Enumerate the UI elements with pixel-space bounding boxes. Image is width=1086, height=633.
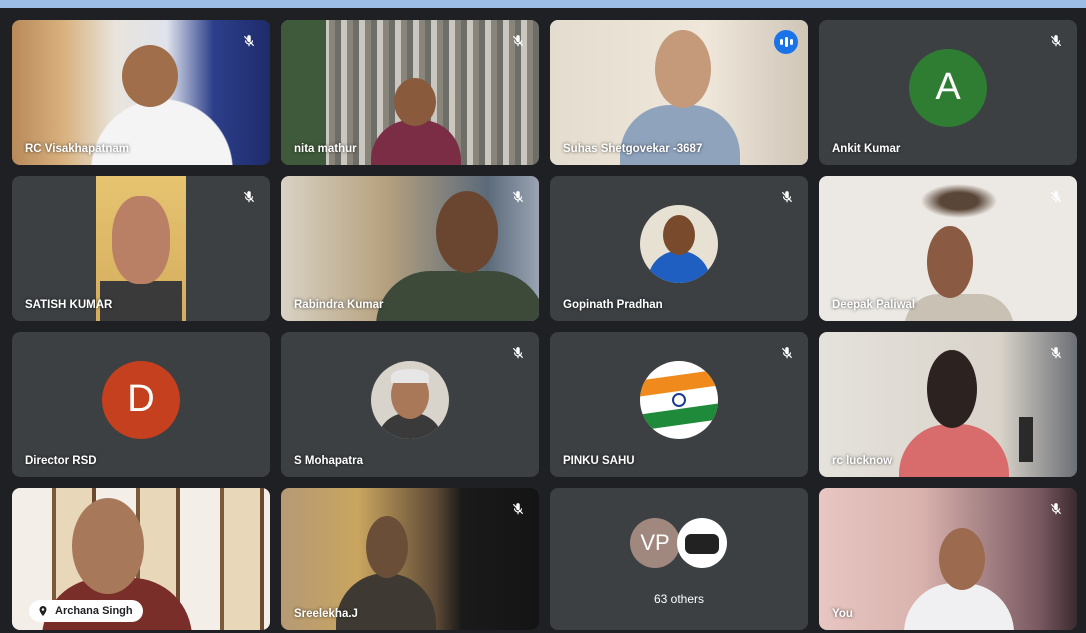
participant-tile-nita-mathur[interactable]: nita mathur <box>281 20 539 165</box>
participant-name: SATISH KUMAR <box>25 299 113 311</box>
participant-name: Gopinath Pradhan <box>563 299 663 311</box>
mic-off-icon <box>507 498 529 520</box>
participant-tile-ankit-kumar[interactable]: A Ankit Kumar <box>819 20 1077 165</box>
mic-off-icon <box>1045 30 1067 52</box>
audio-level-icon <box>774 30 798 54</box>
participant-tile-rabindra-kumar[interactable]: Rabindra Kumar <box>281 176 539 321</box>
participant-tile-pinku-sahu[interactable]: PINKU SAHU <box>550 332 808 477</box>
participant-name: Archana Singh <box>55 605 133 617</box>
participant-tile-others[interactable]: VP 63 others <box>550 488 808 630</box>
participant-name: Sreelekha.J <box>294 608 358 620</box>
avatar: A <box>909 48 987 127</box>
make-in-india-logo <box>677 518 727 568</box>
mic-off-icon <box>776 186 798 208</box>
participant-tile-rc-visakhapatnam[interactable]: RC Visakhapatnam <box>12 20 270 165</box>
participant-head <box>436 191 498 273</box>
participant-head <box>122 45 178 107</box>
mic-off-icon <box>507 30 529 52</box>
participant-tile-sreelekha[interactable]: Sreelekha.J <box>281 488 539 630</box>
participant-name: You <box>832 608 853 620</box>
mic-off-icon <box>776 342 798 364</box>
participant-head <box>927 350 977 428</box>
participant-head <box>72 498 144 594</box>
bottle <box>1019 417 1033 462</box>
participant-tile-deepak-paliwal[interactable]: Deepak Paliwal <box>819 176 1077 321</box>
video-grid: RC Visakhapatnam nita mathur Suhas Shetg… <box>0 8 1086 633</box>
participant-name: PINKU SAHU <box>563 455 635 467</box>
others-count: 63 others <box>653 592 705 606</box>
participant-name: rc lucknow <box>832 455 893 467</box>
participant-tile-suhas-shetgovekar[interactable]: Suhas Shetgovekar -3687 <box>550 20 808 165</box>
participant-tile-gopinath-pradhan[interactable]: Gopinath Pradhan <box>550 176 808 321</box>
participant-head <box>366 516 408 578</box>
participant-name: nita mathur <box>294 143 357 155</box>
name-pill: Archana Singh <box>29 600 143 622</box>
mic-off-icon <box>507 342 529 364</box>
participant-name: Ankit Kumar <box>832 143 901 155</box>
wall-art <box>914 181 1004 221</box>
participant-tile-s-mohapatra[interactable]: S Mohapatra <box>281 332 539 477</box>
pin-icon <box>39 606 47 616</box>
avatar: VP <box>630 518 680 568</box>
participant-head <box>112 196 170 284</box>
participant-name: Deepak Paliwal <box>832 299 916 311</box>
participant-tile-rc-lucknow[interactable]: rc lucknow <box>819 332 1077 477</box>
participant-head <box>394 78 436 126</box>
participant-tile-archana-singh[interactable]: Archana Singh <box>12 488 270 630</box>
participant-tile-satish-kumar[interactable]: SATISH KUMAR <box>12 176 270 321</box>
participant-head <box>939 528 985 590</box>
mic-off-icon <box>507 186 529 208</box>
avatar <box>640 204 718 283</box>
avatar: D <box>102 360 180 439</box>
participant-head <box>655 30 711 108</box>
participant-tile-you[interactable]: You <box>819 488 1077 630</box>
avatar <box>640 360 718 439</box>
mic-off-icon <box>1045 342 1067 364</box>
participant-name: Director RSD <box>25 455 97 467</box>
participant-name: Rabindra Kumar <box>294 299 384 311</box>
participant-name: RC Visakhapatnam <box>25 143 129 155</box>
participant-head <box>927 226 973 298</box>
participant-name: S Mohapatra <box>294 455 364 467</box>
mic-off-icon <box>238 30 260 52</box>
mic-off-icon <box>1045 498 1067 520</box>
mic-off-icon <box>238 186 260 208</box>
avatar <box>371 360 449 439</box>
mic-off-icon <box>1045 186 1067 208</box>
participant-name: Suhas Shetgovekar -3687 <box>563 143 703 155</box>
participant-tile-director-rsd[interactable]: D Director RSD <box>12 332 270 477</box>
